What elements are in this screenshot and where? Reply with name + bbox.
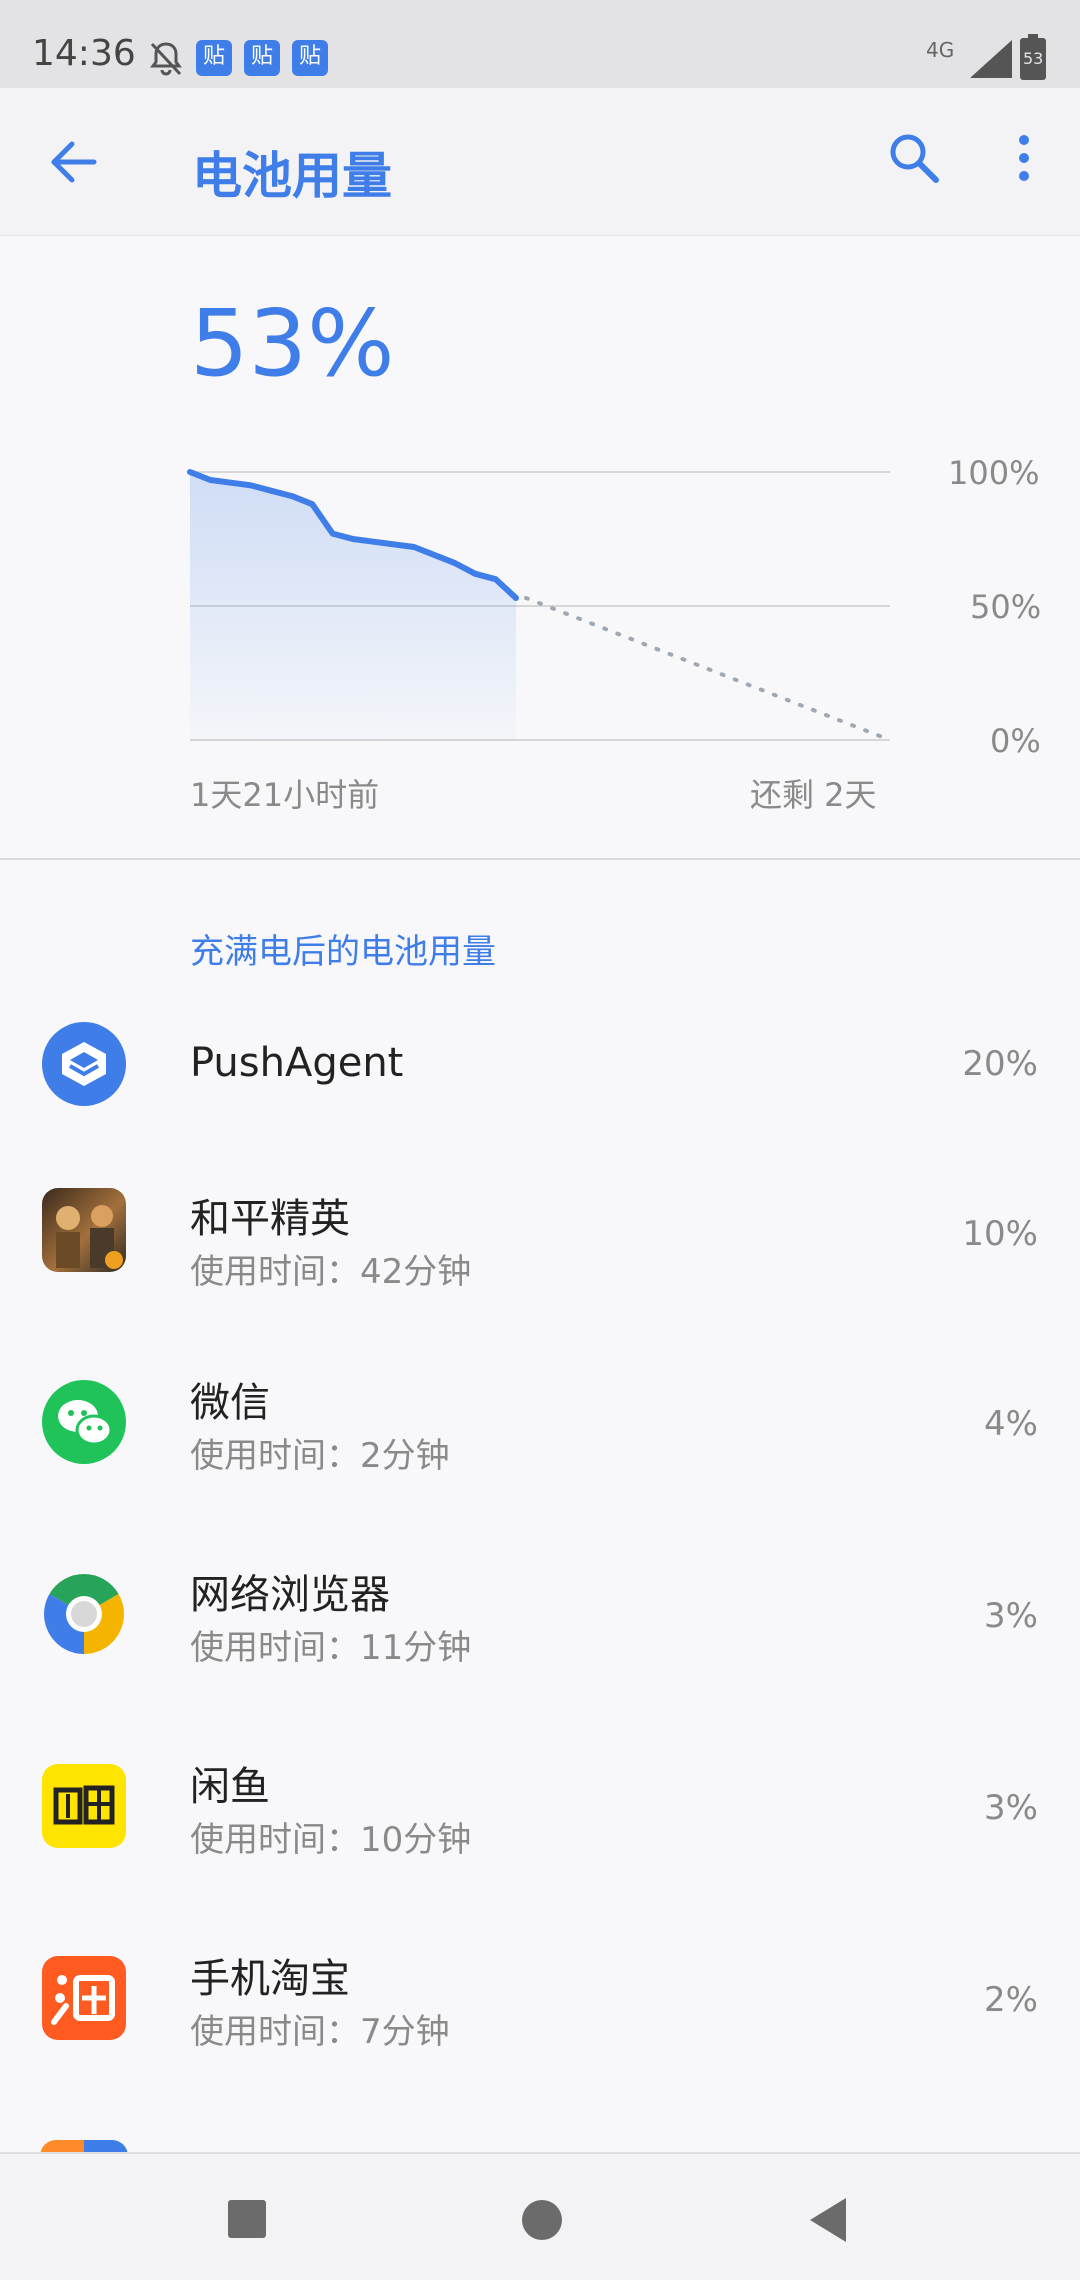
x-end-label: 还剩 2天	[750, 776, 877, 814]
navigation-bar	[0, 2152, 1080, 2280]
battery-icon: 53	[1020, 34, 1046, 80]
app-percent: 2%	[984, 1980, 1038, 2020]
list-item[interactable]: 闲鱼 使用时间：10分钟 3%	[0, 1736, 1080, 1926]
app-usage: 使用时间：2分钟	[190, 1436, 450, 1476]
peace-elite-icon	[42, 1188, 126, 1272]
app-usage: 使用时间：42分钟	[190, 1252, 472, 1292]
app-name: 和平精英	[190, 1196, 350, 1242]
app-bar: 电池用量	[0, 88, 1080, 236]
app-usage: 使用时间：10分钟	[190, 1820, 472, 1860]
status-time: 14:36	[32, 33, 136, 74]
notification-tieba-icon: 贴	[292, 40, 328, 76]
list-item[interactable]: 和平精英 使用时间：42分钟 10%	[0, 1160, 1080, 1350]
section-divider	[0, 858, 1080, 860]
app-usage: 使用时间：7分钟	[190, 2012, 450, 2052]
more-vert-icon[interactable]	[1004, 128, 1044, 188]
status-bar: 14:36 贴 贴 贴 4G 53	[0, 0, 1080, 88]
wechat-icon	[42, 1380, 126, 1464]
battery-chart: 100% 50% 0% 1天21小时前 还剩 2天	[0, 440, 1080, 814]
nav-back-icon[interactable]	[806, 2196, 850, 2244]
app-percent: 4%	[984, 1404, 1038, 1444]
recent-apps-icon[interactable]	[228, 2200, 266, 2238]
list-item[interactable]: 网络浏览器 使用时间：11分钟 3%	[0, 1544, 1080, 1734]
y-tick-label: 0%	[990, 722, 1041, 760]
app-name: 闲鱼	[190, 1764, 270, 1810]
battery-chart-svg	[187, 469, 892, 742]
battery-area	[190, 472, 516, 740]
app-name: 手机淘宝	[190, 1956, 350, 2002]
search-icon[interactable]	[884, 128, 944, 188]
notification-tieba-icon: 贴	[244, 40, 280, 76]
x-start-label: 1天21小时前	[190, 776, 380, 814]
battery-percent: 53%	[190, 290, 395, 397]
app-name: 微信	[190, 1380, 270, 1426]
page-title: 电池用量	[192, 147, 392, 205]
y-tick-label: 100%	[948, 454, 1040, 492]
list-item[interactable]: 手机淘宝 使用时间：7分钟 2%	[0, 1928, 1080, 2118]
network-type: 4G	[926, 38, 955, 62]
app-percent: 3%	[984, 1788, 1038, 1828]
notification-tieba-icon: 贴	[196, 40, 232, 76]
app-name: 网络浏览器	[190, 1572, 390, 1618]
app-percent: 20%	[962, 1044, 1038, 1084]
pushagent-icon	[42, 1022, 126, 1106]
app-name: PushAgent	[190, 1040, 404, 1086]
xianyu-icon	[42, 1764, 126, 1848]
app-percent: 3%	[984, 1596, 1038, 1636]
app-percent: 10%	[962, 1214, 1038, 1254]
taobao-icon	[42, 1956, 126, 2040]
battery-projection-line	[524, 595, 892, 742]
list-item[interactable]: PushAgent 20%	[0, 970, 1080, 1160]
arrow-back-icon[interactable]	[44, 132, 104, 192]
list-item[interactable]: 微信 使用时间：2分钟 4%	[0, 1352, 1080, 1542]
notifications-off-icon	[150, 42, 182, 76]
browser-icon	[42, 1572, 126, 1656]
signal-icon	[970, 40, 1012, 78]
home-icon[interactable]	[522, 2200, 562, 2240]
y-tick-label: 50%	[970, 588, 1042, 626]
app-usage: 使用时间：11分钟	[190, 1628, 472, 1668]
section-header: 充满电后的电池用量	[190, 932, 496, 972]
